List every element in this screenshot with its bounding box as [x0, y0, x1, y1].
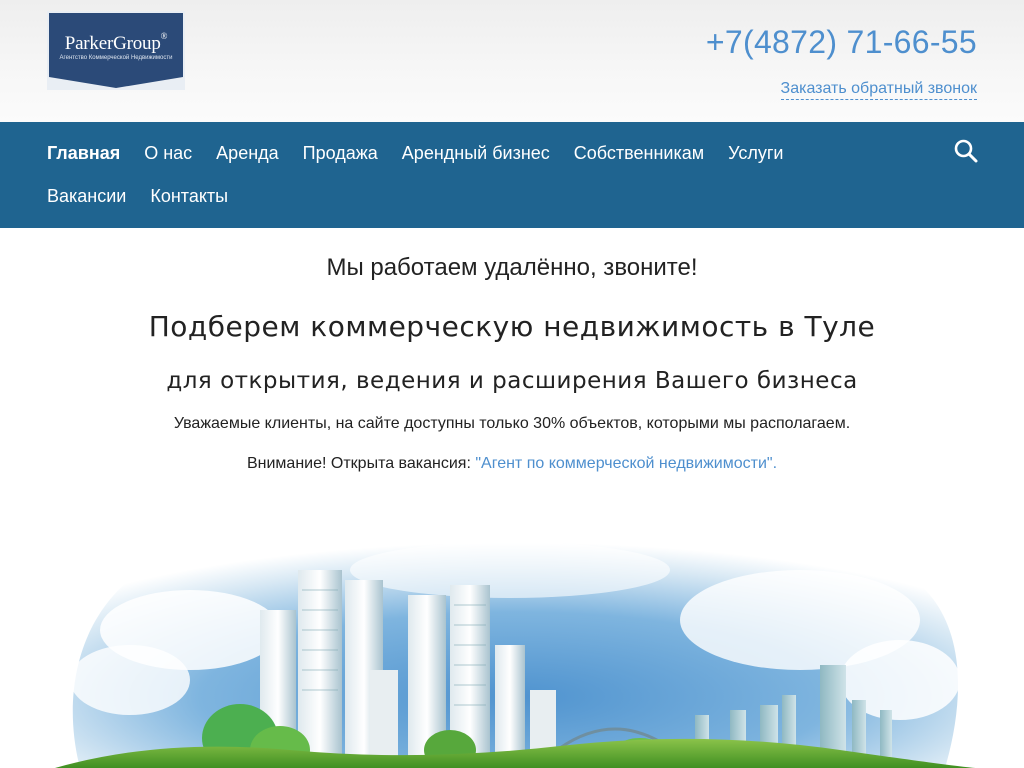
availability-notice: Уважаемые клиенты, на сайте доступны тол… [173, 415, 851, 432]
nav-item-about[interactable]: О нас [144, 142, 192, 164]
vacancy-notice: Внимание! Открыта вакансия: "Агент по ко… [0, 455, 1024, 473]
logo[interactable]: ParkerGroup® Агентство Коммерческой Недв… [47, 11, 185, 90]
vacancy-link[interactable]: "Агент по коммерческой недвижимости". [475, 455, 777, 472]
logo-name: ParkerGroup® [64, 31, 168, 54]
nav-item-services[interactable]: Услуги [728, 142, 783, 164]
main-navigation: Главная О нас Аренда Продажа Арендный би… [0, 122, 1024, 228]
nav-item-vacancies[interactable]: Вакансии [47, 185, 126, 207]
phone-number[interactable]: +7(4872) 71-66-55 [706, 24, 977, 61]
nav-item-owners[interactable]: Собственникам [574, 142, 704, 164]
nav-row-1: Главная О нас Аренда Продажа Арендный би… [47, 142, 807, 164]
page-headline: Подберем коммерческую недвижимость в Тул… [148, 310, 876, 343]
hero-city-illustration [40, 510, 984, 768]
nav-item-contacts[interactable]: Контакты [150, 185, 228, 207]
nav-item-rental-business[interactable]: Арендный бизнес [402, 142, 550, 164]
vacancy-prefix: Внимание! Открыта вакансия: [246, 455, 476, 472]
search-icon[interactable] [953, 138, 979, 164]
site-header: ParkerGroup® Агентство Коммерческой Недв… [0, 0, 1024, 122]
nav-row-2: Вакансии Контакты [47, 185, 252, 207]
logo-tagline: Агентство Коммерческой Недвижимости [59, 55, 173, 61]
nav-item-home[interactable]: Главная [47, 142, 120, 164]
page-subheadline: для открытия, ведения и расширения Вашег… [166, 368, 858, 394]
callback-link[interactable]: Заказать обратный звонок [780, 80, 977, 100]
nav-item-rent[interactable]: Аренда [216, 142, 278, 164]
remote-work-notice: Мы работаем удалённо, звоните! [326, 254, 698, 281]
nav-item-sale[interactable]: Продажа [303, 142, 378, 164]
